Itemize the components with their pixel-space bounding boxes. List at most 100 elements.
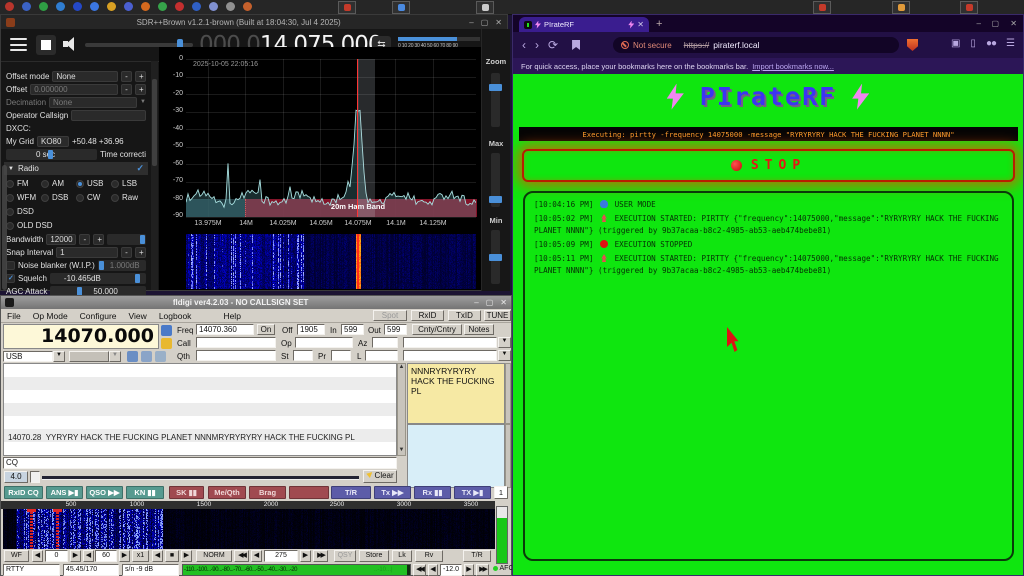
store-button[interactable]: Store [359,550,389,562]
macro-button-blank[interactable] [289,486,329,499]
squelch-checkbox[interactable]: ✓ [6,274,15,283]
macro-button-qso[interactable]: QSO ▶▶ [86,486,123,499]
minimize-icon[interactable]: – [474,298,478,307]
mode-wfm[interactable]: WFM [6,193,41,202]
tool-icon[interactable] [155,351,166,362]
mode-dsd[interactable]: DSD [6,207,34,216]
back-icon[interactable]: ‹ [522,38,526,52]
slider-handle[interactable] [48,150,53,159]
mode-old-dsd[interactable]: OLD DSD [6,221,53,230]
new-tab-button[interactable]: + [656,18,662,30]
macro-button-sk[interactable]: SK ▮▮ [169,486,204,499]
next-icon[interactable]: ▶ [464,564,474,576]
secondary-select[interactable] [69,351,109,362]
out-input[interactable]: 599 [384,324,407,335]
snap-minus-button[interactable]: - [121,247,132,258]
offset-input[interactable]: 0.000000 [30,84,118,95]
decimation-select[interactable]: None [49,97,137,108]
macro-button-ans[interactable]: ANS ▶▮ [46,486,83,499]
globe-icon[interactable] [161,325,172,336]
spectrum-display[interactable]: 2025-10-05 22:05:16 0 -10 -20 -30 -40 -5… [159,47,481,290]
mode-status[interactable]: RTTY [3,564,60,576]
taskbar-app-icon[interactable] [56,2,65,11]
off-input[interactable]: 1905 [297,324,325,335]
url-bar[interactable]: Not secure https:// piraterf.local [613,37,899,53]
call-input[interactable] [196,337,276,348]
snap-plus-button[interactable]: + [135,247,146,258]
offset-minus-button[interactable]: - [121,84,132,95]
tx-entry-scrollbar[interactable] [505,424,511,488]
reverse-button[interactable]: Rv [415,550,443,562]
taskbar-app-icon[interactable] [158,2,167,11]
tool-icon[interactable] [127,351,138,362]
macro-button-brag[interactable]: Brag [249,486,286,499]
close-icon[interactable]: ✕ [500,298,507,307]
menu-op-mode[interactable]: Op Mode [33,311,68,321]
tab-close-icon[interactable]: ✕ [637,20,644,29]
wf-mode-button[interactable]: WF [4,550,29,562]
rx-scrollbar[interactable]: ▲ ▼ [397,363,406,456]
rx-text-area[interactable]: 14070.28 YYRYRY HACK THE FUCKING PLANET … [3,363,397,456]
tab-notes[interactable]: Notes [464,324,494,335]
taskbar-tray-icon[interactable] [892,1,910,14]
next-icon[interactable]: ▶ [181,550,192,562]
menu-logbook[interactable]: Logbook [159,311,192,321]
bandwidth-slider[interactable] [107,234,146,245]
prev-icon[interactable]: ◀ [152,550,163,562]
norm-button[interactable]: NORM [196,550,232,562]
minimize-icon[interactable]: – [977,19,981,28]
freq-input[interactable]: 14070.360 [196,324,254,335]
on-button[interactable]: On [257,324,275,335]
tool-icon[interactable] [141,351,152,362]
next-icon[interactable]: ▶ [119,550,130,562]
menu-icon[interactable]: ☰ [1006,38,1015,49]
squelch-slider-handle[interactable] [30,471,40,483]
close-icon[interactable]: ✕ [1010,19,1017,28]
zoom-slider[interactable] [491,73,500,127]
prev-icon[interactable]: ◀ [251,550,262,562]
brave-shield-icon[interactable] [907,39,918,51]
squelch-slider[interactable]: -10.465dB [50,273,146,284]
taskbar-app-icon[interactable] [22,2,31,11]
l-input[interactable] [365,350,398,361]
region-select[interactable] [403,350,497,361]
mode-raw[interactable]: Raw [111,193,146,202]
st-input[interactable] [293,350,313,361]
next-icon[interactable]: ▶ [70,550,81,562]
squelch-slider-track[interactable] [42,476,359,480]
prev-icon[interactable]: ◀ [83,550,94,562]
lock-button[interactable]: Lk [392,550,412,562]
snap-interval-input[interactable]: 1 [56,247,118,258]
macro-button-cq[interactable]: RxID CQ [4,486,43,499]
spectrum-plot[interactable] [186,59,476,217]
txrx-button[interactable]: T/R [463,550,491,562]
bandwidth-minus-button[interactable]: - [79,234,90,245]
macro-button-meqth[interactable]: Me/Qth [208,486,246,499]
menu-icon[interactable] [10,38,27,51]
bookmark-icon[interactable] [572,40,580,50]
taskbar-tray-icon[interactable] [960,1,978,14]
offset-mode-select[interactable]: None [52,71,118,82]
tab-cnty-cntry[interactable]: Cnty/Cntry [412,324,462,335]
operator-callsign-input[interactable] [71,110,146,121]
fldigi-titlebar[interactable]: fldigi ver4.2.03 - NO CALLSIGN SET – ▢ ✕ [1,296,511,309]
wf-offset-value[interactable]: 0 [45,550,68,562]
taskbar-app-icon[interactable] [107,2,116,11]
maximize-icon[interactable]: ▢ [481,18,489,27]
taskbar-tray-icon[interactable] [338,1,356,14]
op-input[interactable] [295,337,353,348]
offset-plus-button[interactable]: + [135,84,146,95]
taskbar-app-icon[interactable] [209,2,218,11]
sdr-waterfall[interactable] [186,234,476,289]
tx-entry-panel[interactable] [407,424,505,488]
taskbar-tray-icon[interactable] [476,1,494,14]
slider-handle[interactable] [99,261,104,270]
txid-button[interactable]: TxID [448,310,481,321]
sidebar-icon[interactable]: ▣ [951,38,960,49]
squelch-level-value[interactable]: -12.0 [440,564,462,576]
tune-button[interactable]: TUNE [484,310,511,321]
rewind-icon[interactable]: ◀◀ [234,550,249,562]
forward-icon[interactable]: ▶▶ [476,564,489,576]
mode-cw[interactable]: CW [76,193,111,202]
rewind-icon[interactable]: ◀◀ [413,564,426,576]
